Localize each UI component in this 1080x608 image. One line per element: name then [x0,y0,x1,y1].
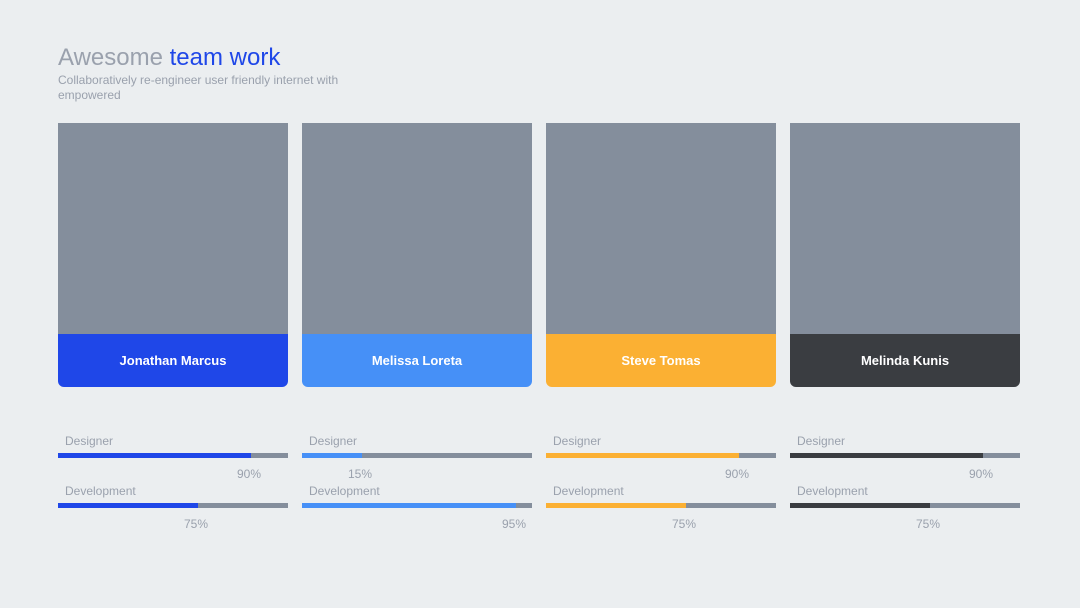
skill-percent-label: 15% [348,467,373,481]
team-card-melinda-kunis[interactable]: Melinda Kunis [790,123,1020,387]
skill-label-designer: Designer [797,434,846,448]
team-card-melissa-loreta[interactable]: Melissa Loreta [302,123,532,387]
skill-progress-fill [790,503,930,508]
skill-progress-bar-development [58,503,288,508]
skill-percent-label: 90% [237,467,262,481]
team-card-jonathan-marcus[interactable]: Jonathan Marcus [58,123,288,387]
skill-progress-bar-development [546,503,776,508]
member-name: Steve Tomas [546,334,776,387]
member-photo-placeholder [302,123,532,334]
skill-progress-fill [302,453,362,458]
skill-label-development: Development [797,484,868,498]
title-part-1: Awesome [58,44,163,71]
skill-label-designer: Designer [65,434,114,448]
skill-progress-bar-designer [546,453,776,458]
skill-progress-fill [302,503,516,508]
skill-percent-label: 75% [184,517,209,531]
skill-progress-fill [790,453,983,458]
team-card-steve-tomas[interactable]: Steve Tomas [546,123,776,387]
skill-percent-label: 75% [916,517,941,531]
page-title: Awesome team work [58,44,280,72]
skill-label-development: Development [309,484,380,498]
skill-progress-bar-development [302,503,532,508]
skill-progress-fill [58,453,251,458]
skill-progress-bar-development [790,503,1020,508]
page-subtitle: Collaboratively re-engineer user friendl… [58,73,339,102]
skill-progress-bar-designer [302,453,532,458]
member-photo-placeholder [546,123,776,334]
skill-label-designer: Designer [309,434,358,448]
skill-progress-fill [546,453,739,458]
member-name: Melinda Kunis [790,334,1020,387]
skill-progress-fill [546,503,686,508]
skill-progress-bar-designer [790,453,1020,458]
skill-label-designer: Designer [553,434,602,448]
skill-percent-label: 95% [502,517,527,531]
member-photo-placeholder [790,123,1020,334]
skill-label-development: Development [65,484,136,498]
title-part-2: team work [169,44,281,71]
skill-progress-fill [58,503,198,508]
member-photo-placeholder [58,123,288,334]
member-name: Jonathan Marcus [58,334,288,387]
skill-percent-label: 90% [725,467,750,481]
skill-label-development: Development [553,484,624,498]
skill-percent-label: 75% [672,517,697,531]
skill-percent-label: 90% [969,467,994,481]
member-name: Melissa Loreta [302,334,532,387]
skill-progress-bar-designer [58,453,288,458]
